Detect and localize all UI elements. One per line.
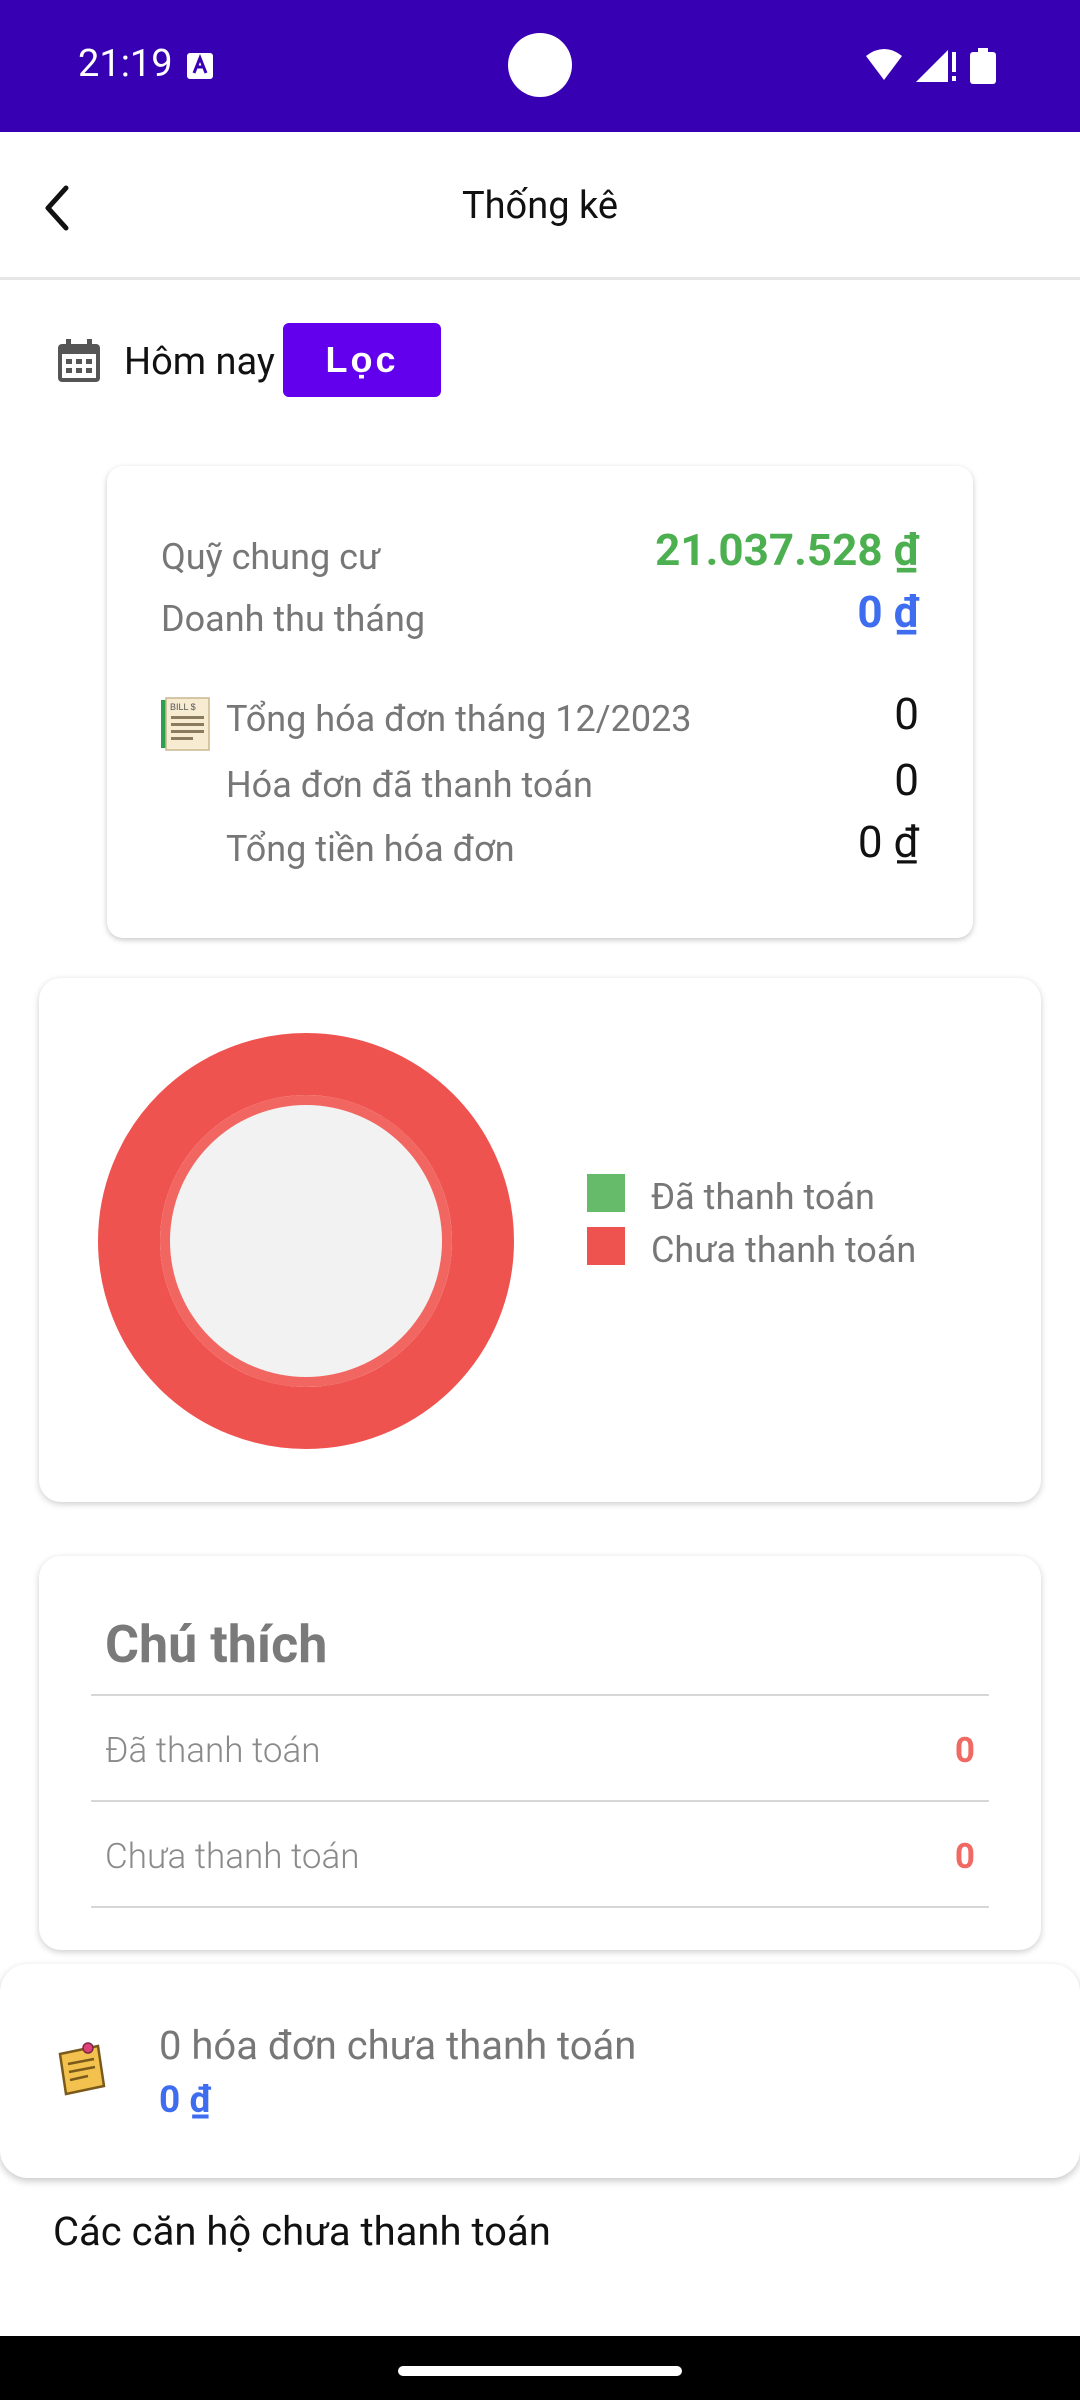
paid-bills-value: 0 bbox=[894, 754, 919, 806]
svg-text:BILL $: BILL $ bbox=[170, 702, 196, 712]
filter-button[interactable]: Lọc bbox=[283, 323, 441, 397]
status-bar: 21:19 bbox=[0, 0, 1080, 132]
legend-label-paid: Đã thanh toán bbox=[651, 1176, 875, 1218]
divider bbox=[91, 1906, 989, 1908]
fund-value: 21.037.528 ₫ bbox=[655, 524, 919, 576]
camera-cutout bbox=[508, 33, 572, 97]
total-amount-value: 0 ₫ bbox=[858, 816, 919, 868]
page-title: Thống kê bbox=[461, 184, 619, 228]
battery-icon bbox=[970, 48, 996, 84]
chart-card: Đã thanh toán Chưa thanh toán bbox=[39, 978, 1041, 1502]
calendar-icon[interactable] bbox=[56, 338, 102, 384]
bill-icon: BILL $ bbox=[161, 697, 210, 751]
donut-chart[interactable] bbox=[97, 1032, 515, 1450]
status-time: 21:19 bbox=[78, 42, 173, 86]
unpaid-bills-card[interactable]: 0 hóa đơn chưa thanh toán 0 ₫ bbox=[0, 1964, 1080, 2178]
notes-row-label: Chưa thanh toán bbox=[105, 1836, 360, 1877]
currency-symbol: ₫ bbox=[893, 816, 919, 868]
unpaid-count-text: 0 hóa đơn chưa thanh toán bbox=[159, 2022, 637, 2069]
unpaid-apartments-heading: Các căn hộ chưa thanh toán bbox=[53, 2208, 551, 2255]
legend-label-unpaid: Chưa thanh toán bbox=[651, 1229, 917, 1271]
revenue-value: 0 ₫ bbox=[857, 586, 919, 638]
signal-icon bbox=[916, 50, 956, 82]
total-amount: 0 bbox=[857, 816, 883, 868]
notes-title: Chú thích bbox=[105, 1614, 328, 1675]
notes-row-value: 0 bbox=[954, 1730, 975, 1771]
navigation-bar bbox=[0, 2336, 1080, 2400]
a-notification-icon bbox=[187, 53, 213, 79]
fund-amount: 21.037.528 bbox=[655, 524, 883, 576]
divider bbox=[91, 1800, 989, 1802]
divider bbox=[91, 1694, 989, 1696]
home-handle[interactable] bbox=[398, 2366, 682, 2376]
notes-row-label: Đã thanh toán bbox=[105, 1730, 321, 1771]
legend-swatch-unpaid bbox=[587, 1227, 625, 1265]
unpaid-amount: 0 ₫ bbox=[159, 2079, 211, 2122]
unpaid-amount-value: 0 bbox=[159, 2079, 181, 2122]
notes-card: Chú thích Đã thanh toán 0 Chưa thanh toá… bbox=[39, 1556, 1041, 1950]
legend-swatch-paid bbox=[587, 1174, 625, 1212]
fund-label: Quỹ chung cư bbox=[161, 536, 381, 578]
donut-hole bbox=[170, 1105, 442, 1377]
sticky-note-icon bbox=[58, 2042, 106, 2096]
revenue-label: Doanh thu tháng bbox=[161, 598, 426, 640]
revenue-amount: 0 bbox=[857, 586, 883, 638]
notes-row-value: 0 bbox=[954, 1836, 975, 1877]
wifi-icon bbox=[866, 49, 902, 80]
currency-symbol: ₫ bbox=[893, 586, 919, 638]
summary-card: Quỹ chung cư 21.037.528 ₫ Doanh thu thán… bbox=[107, 466, 973, 938]
status-icons bbox=[866, 48, 996, 84]
app-bar: Thống kê bbox=[0, 132, 1080, 280]
currency-symbol: ₫ bbox=[189, 2079, 211, 2122]
total-bills-value: 0 bbox=[894, 688, 919, 740]
total-bills-label: Tổng hóa đơn tháng 12/2023 bbox=[226, 698, 692, 740]
total-amount-label: Tổng tiền hóa đơn bbox=[226, 828, 515, 870]
currency-symbol: ₫ bbox=[893, 524, 919, 576]
date-filter-label[interactable]: Hôm nay bbox=[124, 340, 275, 384]
paid-bills-label: Hóa đơn đã thanh toán bbox=[226, 764, 593, 806]
